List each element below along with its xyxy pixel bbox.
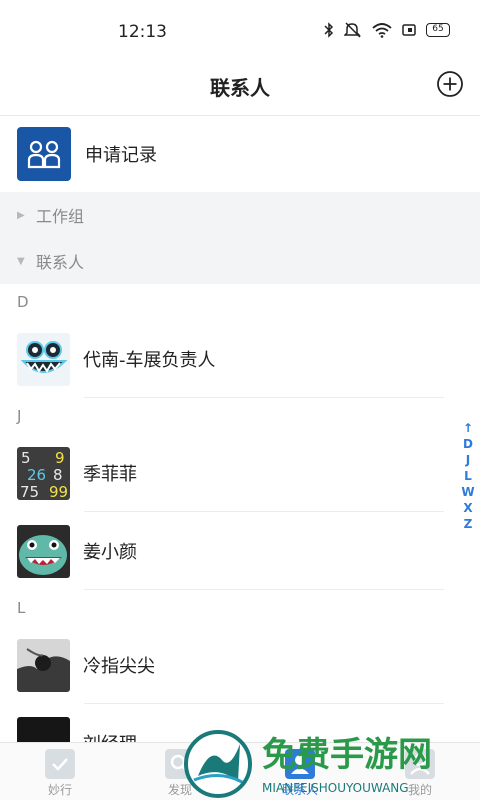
screen-icon	[402, 24, 416, 36]
index-up-arrow[interactable]: ↑	[460, 420, 476, 436]
svg-text:26: 26	[27, 466, 46, 484]
row-divider	[84, 589, 444, 590]
status-icons: 65	[324, 22, 450, 38]
svg-text:99: 99	[49, 483, 68, 500]
contact-row[interactable]: 姜小颜	[0, 512, 480, 590]
apply-record-row[interactable]: 申请记录	[0, 116, 480, 192]
checkbox-icon	[45, 749, 75, 779]
watermark-logo: 免费手游网 MIANFEISHOUYOUWANG	[184, 730, 432, 798]
svg-text:9: 9	[55, 449, 65, 467]
bw-photo-avatar	[17, 638, 70, 692]
index-letter[interactable]: L	[460, 468, 476, 484]
section-header-d: D	[17, 293, 29, 311]
contact-row[interactable]: 5 9 26 8 75 99 季菲菲	[0, 434, 480, 512]
index-letter[interactable]: W	[460, 484, 476, 500]
status-bar: 12:13 65	[0, 0, 480, 62]
index-letter[interactable]: X	[460, 500, 476, 516]
contact-name: 代南-车展负责人	[83, 350, 216, 371]
contact-row[interactable]: 代南-车展负责人	[0, 320, 480, 398]
contact-row[interactable]: 冷指尖尖	[0, 626, 480, 704]
group-contacts[interactable]: ▼ 联系人	[0, 238, 480, 284]
tab-miaoxing[interactable]: 妙行	[20, 749, 100, 798]
svg-text:8: 8	[53, 466, 63, 484]
svg-text:5: 5	[21, 449, 31, 467]
group-contacts-label: 联系人	[36, 253, 85, 272]
apply-record-label: 申请记录	[85, 145, 157, 166]
bluetooth-icon	[324, 22, 334, 38]
row-divider	[84, 397, 444, 398]
tab-label: 妙行	[47, 783, 72, 797]
numbers-avatar: 5 9 26 8 75 99	[17, 446, 70, 500]
alphabet-index-bar[interactable]: ↑ D J L W X Z	[460, 420, 476, 532]
group-work-label: 工作组	[36, 207, 85, 226]
section-header-l: L	[17, 599, 26, 617]
index-letter[interactable]: Z	[460, 516, 476, 532]
watermark-subtitle: MIANFEISHOUYOUWANG	[262, 781, 409, 795]
add-icon[interactable]	[436, 70, 464, 98]
group-work[interactable]: ▶ 工作组	[0, 192, 480, 238]
wifi-icon	[372, 23, 392, 38]
mute-icon	[344, 22, 361, 38]
watermark-title: 免费手游网	[262, 735, 432, 775]
status-time: 12:13	[118, 22, 167, 42]
triangle-right-icon: ▶	[17, 209, 25, 221]
svg-text:75: 75	[20, 483, 39, 500]
contact-name: 冷指尖尖	[83, 656, 155, 677]
contact-name: 姜小颜	[83, 542, 137, 563]
group-section: ▶ 工作组 ▼ 联系人	[0, 192, 480, 284]
contact-list: D 代南-车展负责人 J 5 9 26 8 75 99 季菲菲 姜小颜 L 冷指…	[0, 284, 480, 782]
monster-avatar	[17, 332, 70, 386]
battery-icon: 65	[426, 23, 450, 37]
shark-avatar	[17, 524, 70, 578]
index-letter[interactable]: J	[460, 452, 476, 468]
page-title: 联系人	[210, 76, 270, 100]
triangle-down-icon: ▼	[17, 255, 25, 267]
index-letter[interactable]: D	[460, 436, 476, 452]
app-header: 联系人	[0, 62, 480, 116]
apply-record-icon	[17, 127, 71, 181]
section-header-j: J	[17, 407, 22, 425]
contact-name: 季菲菲	[83, 464, 137, 485]
